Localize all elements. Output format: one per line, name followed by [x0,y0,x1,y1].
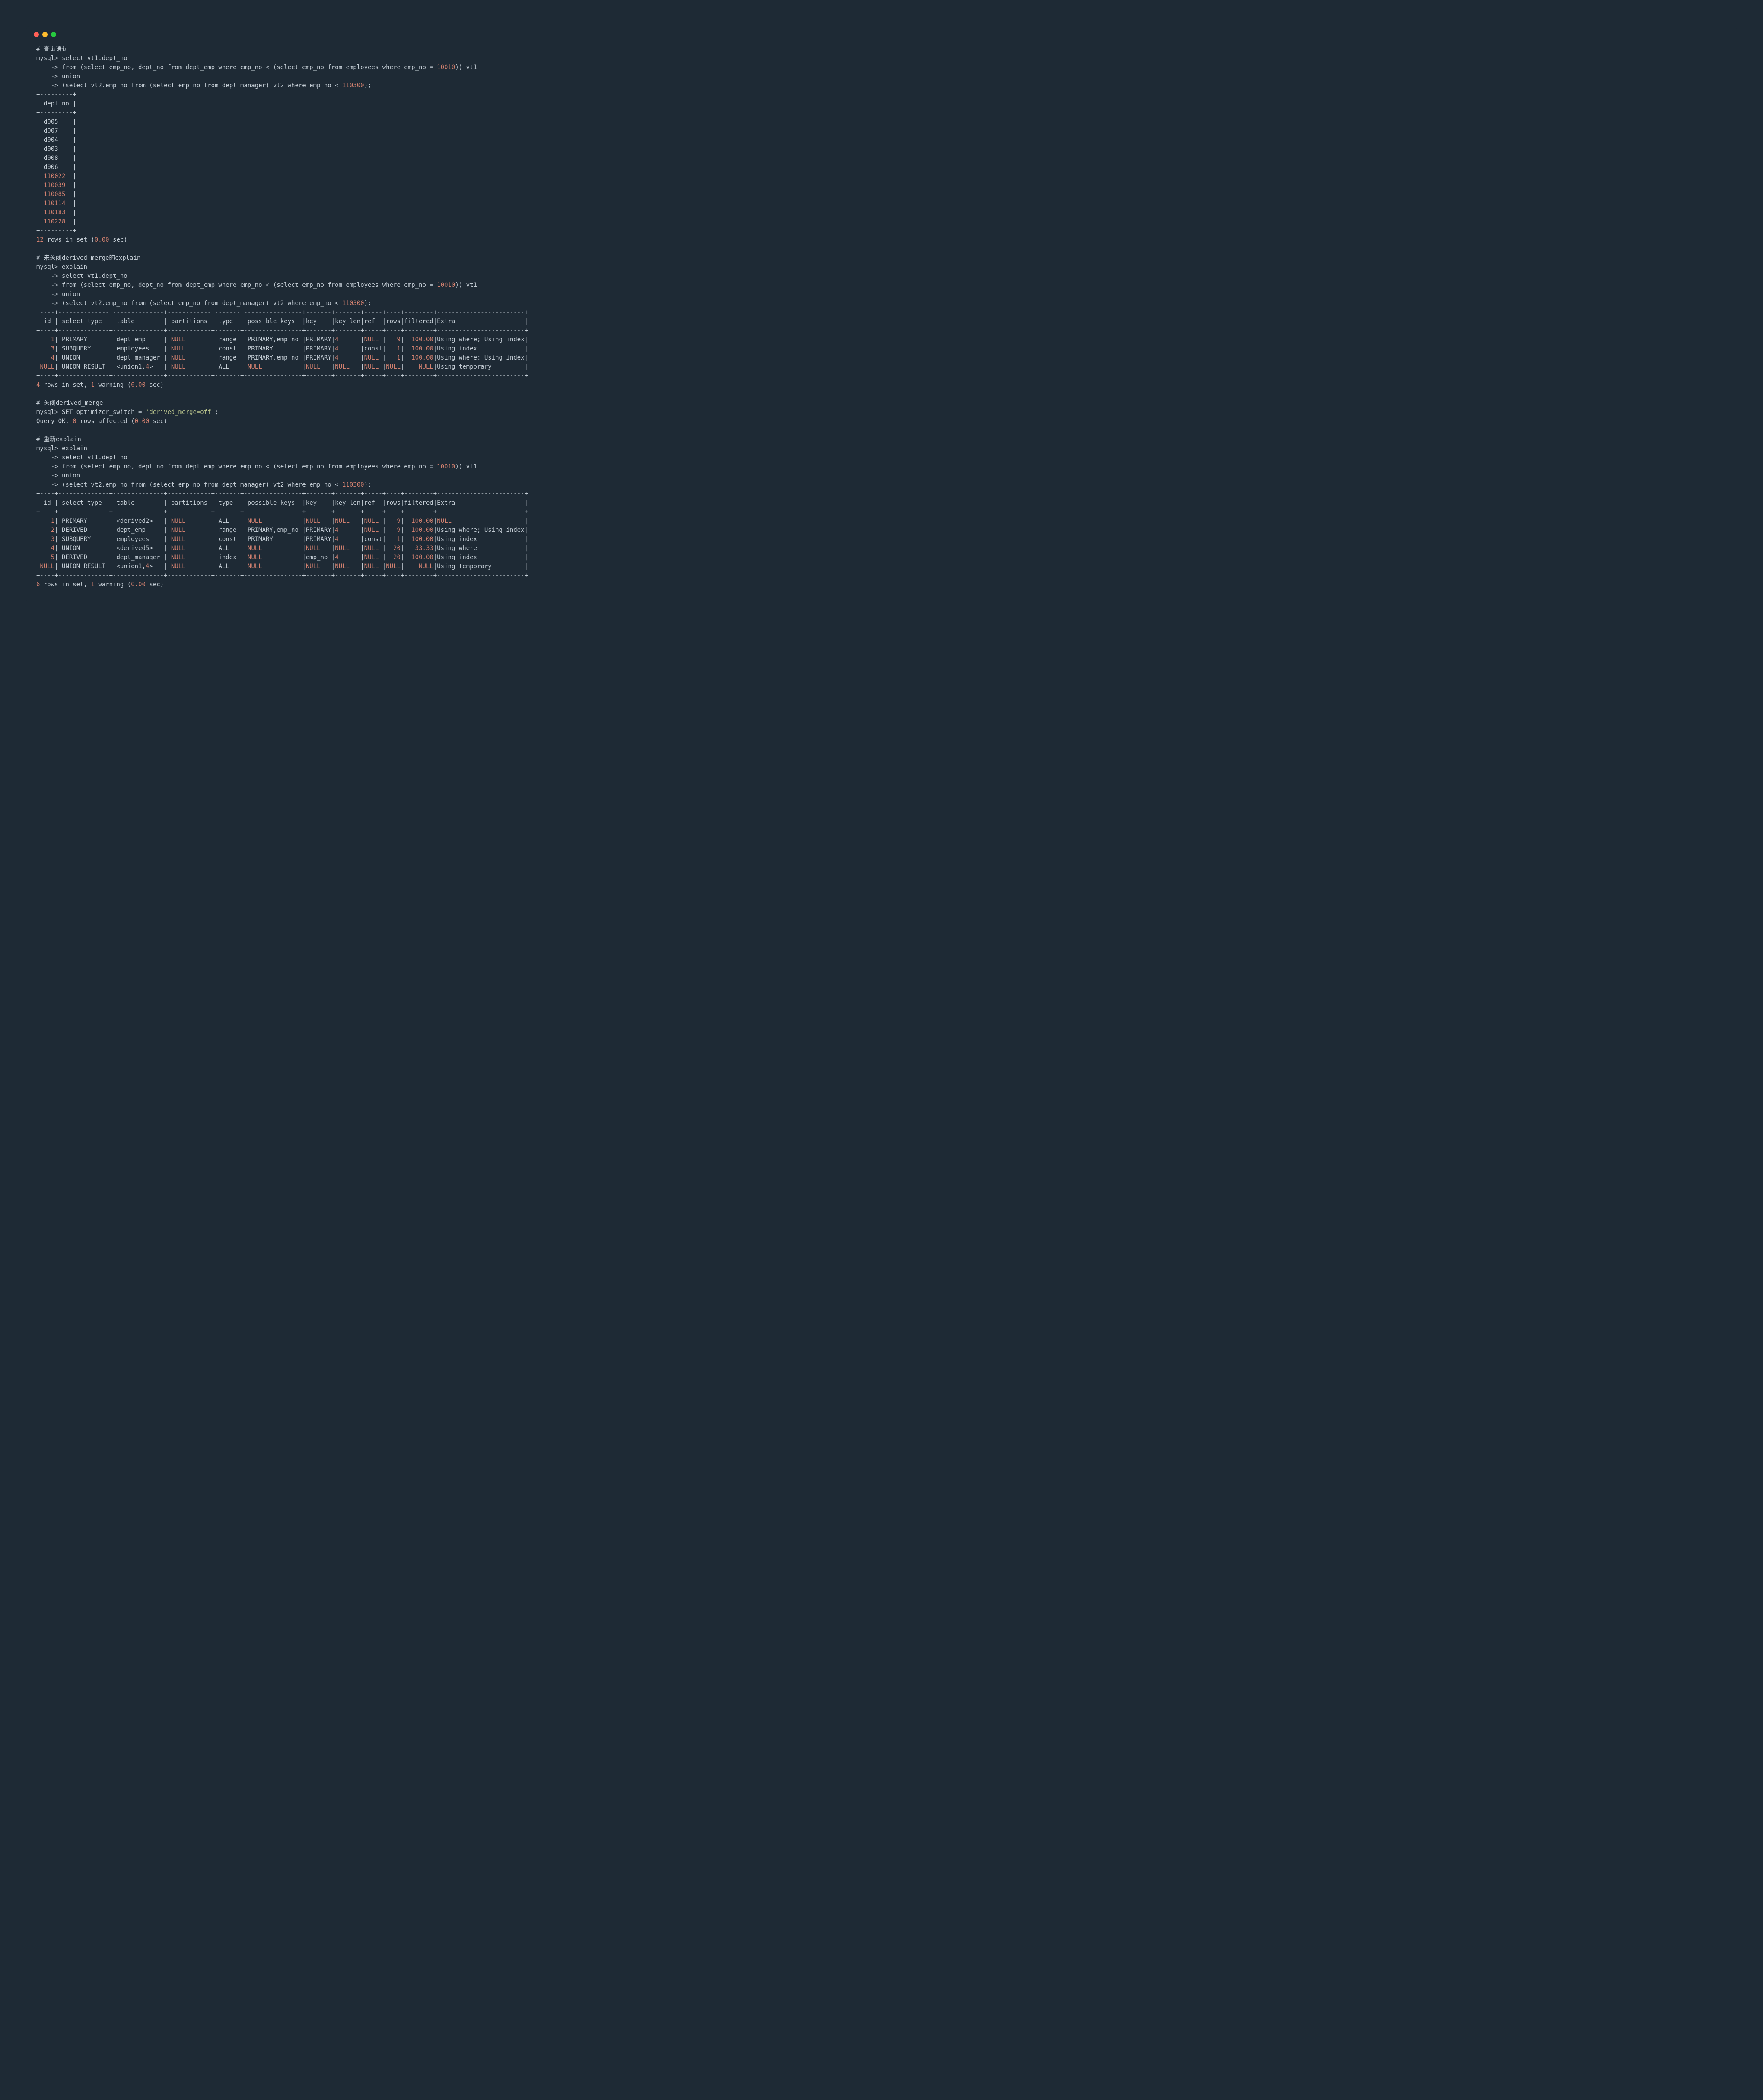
terminal-line: | d008 | [36,154,1727,163]
terminal-line: |NULL| UNION RESULT | <union1,4> | NULL … [36,363,1727,372]
terminal-line: Query OK, 0 rows affected (0.00 sec) [36,417,1727,426]
terminal-line: +---------+ [36,108,1727,118]
terminal-line: +----+--------------+--------------+----… [36,308,1727,317]
terminal-line: | id | select_type | table | partitions … [36,317,1727,326]
terminal-line: | dept_no | [36,99,1727,108]
terminal-line: | 110228 | [36,217,1727,226]
terminal-line: -> select vt1.dept_no [36,453,1727,462]
terminal-line: 12 rows in set (0.00 sec) [36,235,1727,245]
terminal-line: | 110039 | [36,181,1727,190]
terminal-line: | 3| SUBQUERY | employees | NULL | const… [36,535,1727,544]
terminal-line [36,390,1727,399]
terminal-line: | 110022 | [36,172,1727,181]
terminal-line: | 110183 | [36,208,1727,217]
terminal-line: +----+--------------+--------------+----… [36,571,1727,580]
window-close-icon[interactable] [34,32,39,37]
terminal-line: -> select vt1.dept_no [36,272,1727,281]
terminal-line: -> from (select emp_no, dept_no from dep… [36,462,1727,471]
terminal-line: -> union [36,471,1727,480]
terminal-line: 6 rows in set, 1 warning (0.00 sec) [36,580,1727,589]
terminal-line: -> (select vt2.emp_no from (select emp_n… [36,299,1727,308]
terminal-line: # 关闭derived_merge [36,399,1727,408]
terminal-line: mysql> SET optimizer_switch = 'derived_m… [36,408,1727,417]
terminal-line: +----+--------------+--------------+----… [36,508,1727,517]
terminal-line: # 未关闭derived_merge的explain [36,254,1727,263]
terminal-line: | 3| SUBQUERY | employees | NULL | const… [36,344,1727,353]
terminal-line: -> from (select emp_no, dept_no from dep… [36,281,1727,290]
terminal-output: # 查询语句mysql> select vt1.dept_no -> from … [26,41,1737,602]
terminal-line: +---------+ [36,226,1727,235]
terminal-line: -> union [36,72,1727,81]
terminal-line: mysql> select vt1.dept_no [36,54,1727,63]
terminal-window: # 查询语句mysql> select vt1.dept_no -> from … [26,26,1737,602]
window-titlebar [26,26,1737,41]
terminal-line: -> (select vt2.emp_no from (select emp_n… [36,81,1727,90]
terminal-line: | 4| UNION | dept_manager | NULL | range… [36,353,1727,363]
terminal-line: -> union [36,290,1727,299]
terminal-line: mysql> explain [36,263,1727,272]
terminal-line: -> from (select emp_no, dept_no from dep… [36,63,1727,72]
terminal-line: -> (select vt2.emp_no from (select emp_n… [36,480,1727,490]
terminal-line [36,245,1727,254]
terminal-line: # 重新explain [36,435,1727,444]
terminal-line: 4 rows in set, 1 warning (0.00 sec) [36,381,1727,390]
terminal-line: | d003 | [36,145,1727,154]
terminal-line: | 1| PRIMARY | dept_emp | NULL | range |… [36,335,1727,344]
terminal-line: # 查询语句 [36,45,1727,54]
terminal-line: | 110114 | [36,199,1727,208]
terminal-line: | 110085 | [36,190,1727,199]
terminal-line: | 5| DERIVED | dept_manager | NULL | ind… [36,553,1727,562]
terminal-line: | id | select_type | table | partitions … [36,499,1727,508]
terminal-line: |NULL| UNION RESULT | <union1,4> | NULL … [36,562,1727,571]
terminal-line: | 1| PRIMARY | <derived2> | NULL | ALL |… [36,517,1727,526]
terminal-line: | d005 | [36,118,1727,127]
terminal-line [36,426,1727,435]
terminal-line: | 4| UNION | <derived5> | NULL | ALL | N… [36,544,1727,553]
window-minimize-icon[interactable] [42,32,48,37]
window-maximize-icon[interactable] [51,32,56,37]
terminal-line: +----+--------------+--------------+----… [36,490,1727,499]
terminal-line: | d004 | [36,136,1727,145]
terminal-line: +----+--------------+--------------+----… [36,326,1727,335]
terminal-line: | d007 | [36,127,1727,136]
terminal-line: | 2| DERIVED | dept_emp | NULL | range |… [36,526,1727,535]
terminal-line: +----+--------------+--------------+----… [36,372,1727,381]
terminal-line: mysql> explain [36,444,1727,453]
terminal-line: +---------+ [36,90,1727,99]
terminal-line: | d006 | [36,163,1727,172]
